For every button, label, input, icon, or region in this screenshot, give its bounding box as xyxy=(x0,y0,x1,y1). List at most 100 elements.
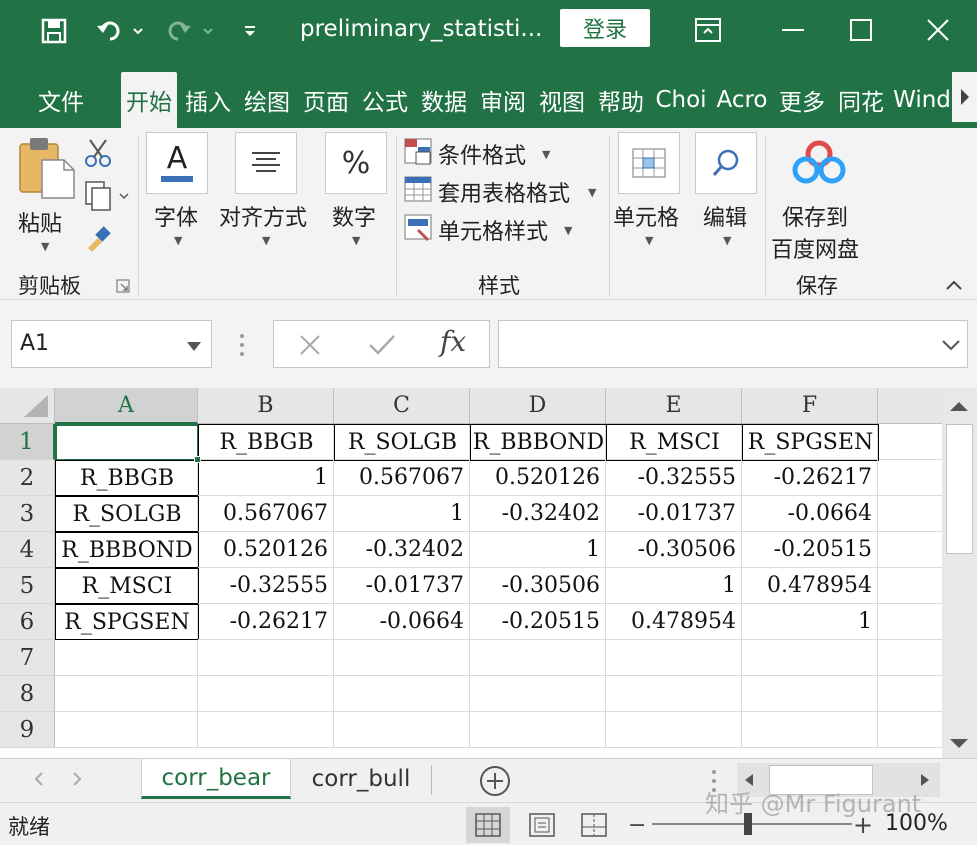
table-header-cell[interactable]: R_BBBOND xyxy=(470,424,607,461)
sheet-scroll-left-icon[interactable] xyxy=(34,771,44,791)
correlation-cell[interactable]: -0.20515 xyxy=(742,532,878,568)
name-box[interactable]: A1 xyxy=(11,320,212,368)
sheet-tab-corr-bull[interactable]: corr_bull xyxy=(294,759,428,799)
save-to-baidu-button[interactable]: 保存到 百度网盘 xyxy=(770,134,870,264)
tab-wind[interactable]: Wind xyxy=(893,72,951,128)
font-dropdown-icon[interactable]: ▼ xyxy=(174,234,182,247)
cut-icon[interactable] xyxy=(84,138,114,168)
correlation-cell[interactable]: 0.520126 xyxy=(198,532,334,568)
grid-cell[interactable] xyxy=(198,640,334,676)
row-header-6[interactable]: 6 xyxy=(0,604,55,640)
grid-cell[interactable] xyxy=(55,712,198,748)
row-label-cell[interactable]: R_BBBOND xyxy=(55,532,199,568)
grid-cell[interactable] xyxy=(878,712,942,748)
correlation-cell[interactable]: 1 xyxy=(334,496,470,532)
table-header-cell[interactable]: R_SOLGB xyxy=(334,424,471,461)
paste-button[interactable]: 粘贴 ▼ xyxy=(14,134,78,254)
close-icon[interactable] xyxy=(915,10,961,50)
correlation-cell[interactable]: 1 xyxy=(198,460,334,496)
correlation-cell[interactable]: -0.30506 xyxy=(470,568,606,604)
table-header-cell[interactable]: R_SPGSEN xyxy=(742,424,879,461)
collapse-ribbon-icon[interactable] xyxy=(945,276,963,295)
correlation-cell[interactable]: -0.0664 xyxy=(334,604,470,640)
customize-quick-access-icon[interactable] xyxy=(238,14,262,48)
correlation-cell[interactable]: -0.20515 xyxy=(470,604,606,640)
row-label-cell[interactable]: R_SPGSEN xyxy=(55,604,199,640)
vertical-scrollbar[interactable] xyxy=(942,388,977,758)
column-header-c[interactable]: C xyxy=(334,388,470,424)
conditional-formatting-button[interactable]: 条件格式 ▼ xyxy=(404,136,594,170)
tab-tonghuashun[interactable]: 同花 xyxy=(833,72,889,128)
correlation-cell[interactable]: -0.32402 xyxy=(334,532,470,568)
undo-icon[interactable] xyxy=(92,14,148,48)
column-header-a[interactable]: A xyxy=(55,388,198,424)
grid-cell[interactable] xyxy=(742,640,878,676)
table-header-cell[interactable]: R_MSCI xyxy=(606,424,743,461)
row-header-5[interactable]: 5 xyxy=(0,568,55,604)
correlation-cell[interactable]: 0.478954 xyxy=(606,604,742,640)
copy-icon[interactable] xyxy=(84,180,132,212)
column-header-e[interactable]: E xyxy=(606,388,742,424)
grid-cell[interactable] xyxy=(878,676,942,712)
grid-cell[interactable] xyxy=(742,676,878,712)
vertical-scroll-thumb[interactable] xyxy=(946,424,973,554)
column-header-f[interactable]: F xyxy=(742,388,878,424)
tab-home[interactable]: 开始 xyxy=(121,72,177,128)
conditional-formatting-dropdown-icon[interactable]: ▼ xyxy=(542,148,550,161)
grid-cell[interactable] xyxy=(470,676,606,712)
page-layout-view-icon[interactable] xyxy=(520,807,564,843)
correlation-cell[interactable]: -0.30506 xyxy=(606,532,742,568)
tab-view[interactable]: 视图 xyxy=(534,72,590,128)
correlation-cell[interactable]: 1 xyxy=(742,604,878,640)
page-break-preview-icon[interactable] xyxy=(572,807,616,843)
grid-cell[interactable] xyxy=(198,676,334,712)
grid-cell[interactable] xyxy=(334,640,470,676)
row-label-cell[interactable]: R_SOLGB xyxy=(55,496,199,532)
correlation-cell[interactable]: 1 xyxy=(470,532,606,568)
grid-cell[interactable] xyxy=(878,568,942,604)
column-header-d[interactable]: D xyxy=(470,388,606,424)
formula-input[interactable] xyxy=(498,320,968,368)
zoom-slider[interactable] xyxy=(652,823,852,825)
grid-cell[interactable] xyxy=(878,604,942,640)
tab-file[interactable]: 文件 xyxy=(22,72,100,128)
tab-help[interactable]: 帮助 xyxy=(593,72,649,128)
sheet-scroll-right-icon[interactable] xyxy=(72,771,82,791)
cells-dropdown-icon[interactable]: ▼ xyxy=(645,234,653,247)
minimize-icon[interactable] xyxy=(770,10,816,50)
scroll-down-icon[interactable] xyxy=(948,736,970,755)
correlation-cell[interactable]: 0.478954 xyxy=(742,568,878,604)
correlation-cell[interactable]: -0.0664 xyxy=(742,496,878,532)
grid-cell[interactable] xyxy=(470,640,606,676)
tab-acrobat[interactable]: Acro xyxy=(713,72,771,128)
maximize-icon[interactable] xyxy=(838,10,884,50)
cells-button[interactable] xyxy=(618,132,680,194)
fill-handle[interactable] xyxy=(194,456,201,463)
correlation-cell[interactable]: -0.01737 xyxy=(334,568,470,604)
row-header-1[interactable]: 1 xyxy=(0,424,55,460)
save-icon[interactable] xyxy=(36,14,72,48)
cell-styles-button[interactable]: 单元格样式 ▼ xyxy=(404,212,584,246)
select-all-corner[interactable] xyxy=(0,388,55,424)
row-header-9[interactable]: 9 xyxy=(0,712,55,748)
number-dropdown-icon[interactable]: ▼ xyxy=(352,234,360,247)
row-label-cell[interactable]: R_BBGB xyxy=(55,460,199,496)
correlation-cell[interactable]: -0.32555 xyxy=(606,460,742,496)
correlation-cell[interactable]: -0.26217 xyxy=(198,604,334,640)
insert-function-icon[interactable]: fx xyxy=(440,325,466,358)
correlation-cell[interactable]: 1 xyxy=(606,568,742,604)
scroll-up-icon[interactable] xyxy=(948,398,970,417)
tab-scroll-right-icon[interactable] xyxy=(952,72,977,122)
correlation-cell[interactable]: 0.567067 xyxy=(334,460,470,496)
grid-cell[interactable] xyxy=(606,712,742,748)
correlation-cell[interactable]: -0.32402 xyxy=(470,496,606,532)
grid-cell[interactable] xyxy=(878,532,942,568)
grid-cell[interactable] xyxy=(878,460,942,496)
grid-cell[interactable] xyxy=(198,712,334,748)
editing-button[interactable] xyxy=(695,132,757,194)
zoom-out-icon[interactable]: − xyxy=(628,813,646,838)
paste-dropdown-icon[interactable]: ▼ xyxy=(41,240,49,253)
sheet-tab-corr-bear[interactable]: corr_bear xyxy=(141,759,291,799)
correlation-cell[interactable]: -0.26217 xyxy=(742,460,878,496)
tab-more[interactable]: 更多 xyxy=(774,72,830,128)
